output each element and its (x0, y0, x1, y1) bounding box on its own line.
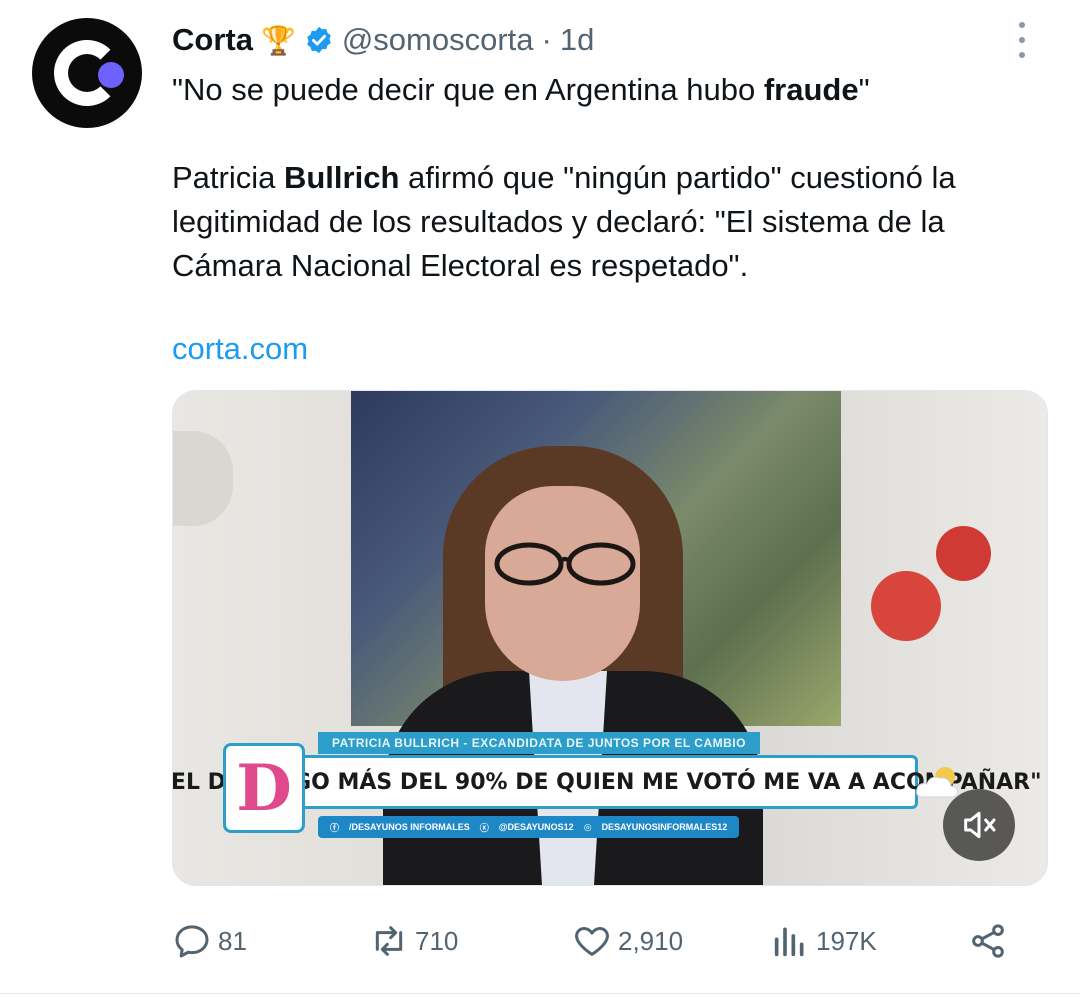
repost-icon (375, 926, 403, 956)
repost-button[interactable]: 710 (369, 916, 458, 966)
tweet-link[interactable]: corta.com (172, 331, 308, 367)
tweet-text-line1: "No se puede decir que en Argentina hubo… (172, 72, 870, 107)
tweet-text-paragraph: Patricia Bullrich afirmó que "ningún par… (172, 160, 956, 283)
view-count: 197K (816, 925, 877, 956)
divider (0, 993, 1080, 994)
lamp-shape (173, 431, 233, 526)
lower-third-social: ⓕ /DESAYUNOS INFORMALES ⓧ @DESAYUNOS12 ◎… (318, 816, 740, 838)
show-logo: D (223, 743, 305, 833)
more-options-icon[interactable] (1010, 22, 1034, 58)
lower-third-quote: "EL DOMINGO MÁS DEL 90% DE QUIEN ME VOTÓ… (173, 755, 1042, 809)
heart-icon (575, 927, 609, 956)
avatar[interactable] (32, 18, 142, 128)
reply-button[interactable]: 81 (172, 916, 247, 966)
handle[interactable]: @somoscorta (342, 22, 534, 58)
display-name[interactable]: Corta (172, 22, 253, 58)
corta-logo-dot (98, 62, 124, 88)
tweet-actions: 81 710 2,910 197K (172, 916, 1042, 966)
reply-icon (175, 925, 209, 958)
reply-count: 81 (218, 925, 247, 956)
x-logo-icon: ⓧ (479, 822, 489, 833)
like-count: 2,910 (618, 925, 684, 956)
separator: · (541, 22, 552, 57)
timestamp[interactable]: 1d (560, 22, 594, 58)
verified-badge-icon (307, 26, 331, 54)
tweet-header: Corta 🏆 @somoscorta · 1d (172, 18, 594, 62)
like-button[interactable]: 2,910 (572, 916, 683, 966)
facebook-icon: ⓕ (330, 822, 340, 833)
share-button[interactable] (968, 916, 1008, 966)
trophy-icon: 🏆 (260, 24, 296, 56)
instagram-icon: ◎ (583, 821, 592, 832)
weather-cloud-icon (916, 767, 958, 798)
lower-third-tag: PATRICIA BULLRICH - EXCANDIDATA DE JUNTO… (318, 732, 760, 754)
glasses-shape (494, 542, 636, 586)
views-button[interactable]: 197K (770, 916, 877, 966)
video-player[interactable]: PATRICIA BULLRICH - EXCANDIDATA DE JUNTO… (172, 390, 1048, 886)
views-chart-icon (774, 927, 804, 957)
share-icon (972, 924, 1004, 958)
speaker-muted-icon (964, 811, 996, 839)
mute-button[interactable] (943, 789, 1015, 861)
repost-count: 710 (415, 925, 459, 956)
